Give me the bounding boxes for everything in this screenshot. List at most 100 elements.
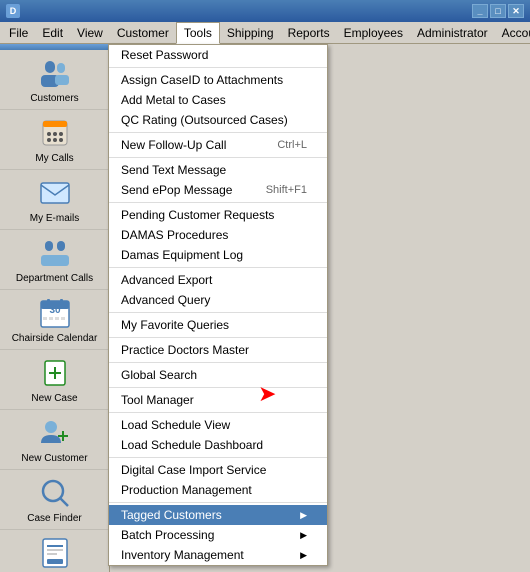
menu-separator — [109, 502, 327, 503]
sidebar-item-chairside-calendar[interactable]: 30Chairside Calendar — [0, 290, 109, 350]
menu-item-accounting[interactable]: Accounting — [495, 23, 530, 43]
dropdown-item-reset-password[interactable]: Reset Password — [109, 45, 327, 65]
dropdown-item-label: Damas Equipment Log — [121, 248, 243, 262]
dropdown-item-shortcut: Ctrl+L — [277, 139, 307, 151]
dropdown-item-label: Send Text Message — [121, 163, 226, 177]
dropdown-item-label: DAMAS Procedures — [121, 228, 228, 242]
dropdown-item-damas-procedures[interactable]: DAMAS Procedures — [109, 225, 327, 245]
sidebar-item-case-finder[interactable]: Case Finder — [0, 470, 109, 530]
tools-dropdown: Reset Password Assign CaseID to Attachmen… — [108, 44, 328, 566]
title-bar: D _ □ ✕ — [0, 0, 530, 22]
dropdown-item-label: Assign CaseID to Attachments — [121, 73, 283, 87]
menu-separator — [109, 412, 327, 413]
menu-separator — [109, 312, 327, 313]
sidebar-item-label: New Case — [31, 393, 77, 404]
sidebar-item-label: My Calls — [35, 153, 73, 164]
sidebar-item-label: Case Finder — [27, 513, 81, 524]
menu-item-customer[interactable]: Customer — [110, 23, 176, 43]
customers-icon — [37, 55, 73, 91]
dropdown-item-label: My Favorite Queries — [121, 318, 229, 332]
dropdown-item-load-schedule-view[interactable]: Load Schedule View — [109, 415, 327, 435]
dropdown-item-add-metal-to-cases[interactable]: Add Metal to Cases — [109, 90, 327, 110]
dropdown-item-label: Add Metal to Cases — [121, 93, 226, 107]
dropdown-item-label: Load Schedule Dashboard — [121, 438, 263, 452]
dropdown-item-qc-rating-(outsourced-cases)[interactable]: QC Rating (Outsourced Cases) — [109, 110, 327, 130]
sidebar-item-new-customer[interactable]: New Customer — [0, 410, 109, 470]
dropdown-item-load-schedule-dashboard[interactable]: Load Schedule Dashboard — [109, 435, 327, 455]
invoice-icon — [37, 535, 73, 571]
menu-item-tools[interactable]: Tools — [176, 22, 220, 44]
menu-separator — [109, 267, 327, 268]
menu-item-view[interactable]: View — [70, 23, 110, 43]
svg-text:30: 30 — [49, 305, 61, 316]
emails-icon — [37, 175, 73, 211]
dropdown-item-inventory-management[interactable]: Inventory Management — [109, 545, 327, 565]
menu-bar: FileEditViewCustomerToolsShippingReports… — [0, 22, 530, 44]
sidebar-item-department-calls[interactable]: Department Calls — [0, 230, 109, 290]
menu-item-file[interactable]: File — [2, 23, 35, 43]
sidebar-item-my-calls[interactable]: My Calls — [0, 110, 109, 170]
menu-item-administrator[interactable]: Administrator — [410, 23, 495, 43]
casefinder-icon — [37, 475, 73, 511]
sidebar-item-new-case[interactable]: New Case — [0, 350, 109, 410]
dropdown-item-shortcut: Shift+F1 — [266, 184, 307, 196]
content-area: Reset Password Assign CaseID to Attachmen… — [110, 44, 530, 572]
dropdown-item-label: Production Management — [121, 483, 252, 497]
dropdown-item-practice-doctors-master[interactable]: Practice Doctors Master — [109, 340, 327, 360]
menu-separator — [109, 132, 327, 133]
dropdown-item-label: QC Rating (Outsourced Cases) — [121, 113, 288, 127]
menu-item-reports[interactable]: Reports — [281, 23, 337, 43]
dropdown-item-pending-customer-requests[interactable]: Pending Customer Requests — [109, 205, 327, 225]
sidebar-item-my-e-mails[interactable]: My E-mails — [0, 170, 109, 230]
dropdown-item-advanced-query[interactable]: Advanced Query — [109, 290, 327, 310]
menu-item-employees[interactable]: Employees — [337, 23, 410, 43]
dropdown-item-label: Inventory Management — [121, 548, 244, 562]
main-container: Customers My Calls My E-mails Department Ca… — [0, 44, 530, 572]
sidebar-item-label: New Customer — [21, 453, 87, 464]
window-controls[interactable]: _ □ ✕ — [472, 4, 524, 18]
dropdown-item-label: Digital Case Import Service — [121, 463, 266, 477]
dropdown-item-label: New Follow-Up Call — [121, 138, 226, 152]
dropdown-item-global-search[interactable]: Global Search — [109, 365, 327, 385]
menu-separator — [109, 157, 327, 158]
dropdown-item-label: Tagged Customers — [121, 508, 222, 522]
dropdown-item-label: Load Schedule View — [121, 418, 230, 432]
dropdown-item-new-follow-up-call[interactable]: New Follow-Up Call Ctrl+L — [109, 135, 327, 155]
dropdown-item-label: Reset Password — [121, 48, 208, 62]
dropdown-item-advanced-export[interactable]: Advanced Export — [109, 270, 327, 290]
sidebar-item-label: My E-mails — [30, 213, 79, 224]
close-button[interactable]: ✕ — [508, 4, 524, 18]
dropdown-item-assign-caseid-to-attachments[interactable]: Assign CaseID to Attachments — [109, 70, 327, 90]
dropdown-item-label: Batch Processing — [121, 528, 214, 542]
dropdown-item-damas-equipment-log[interactable]: Damas Equipment Log — [109, 245, 327, 265]
dropdown-item-send-epop-message[interactable]: Send ePop MessageShift+F1 — [109, 180, 327, 200]
app-icon: D — [6, 4, 20, 18]
sidebar-item-customers[interactable]: Customers — [0, 50, 109, 110]
dropdown-item-production-management[interactable]: Production Management — [109, 480, 327, 500]
menu-separator — [109, 457, 327, 458]
dropdown-item-tagged-customers[interactable]: Tagged Customers — [109, 505, 327, 525]
dropdown-item-label: Advanced Query — [121, 293, 210, 307]
maximize-button[interactable]: □ — [490, 4, 506, 18]
dropdown-item-digital-case-import-service[interactable]: Digital Case Import Service — [109, 460, 327, 480]
menu-separator — [109, 362, 327, 363]
sidebar-item-invoice-case[interactable]: Invoice Case — [0, 530, 109, 572]
dropdown-item-batch-processing[interactable]: Batch Processing — [109, 525, 327, 545]
newcase-icon — [37, 355, 73, 391]
dropdown-item-tool-manager[interactable]: Tool Manager — [109, 390, 327, 410]
menu-item-shipping[interactable]: Shipping — [220, 23, 281, 43]
menu-separator — [109, 337, 327, 338]
calendar-icon: 30 — [37, 295, 73, 331]
dropdown-item-label: Global Search — [121, 368, 197, 382]
minimize-button[interactable]: _ — [472, 4, 488, 18]
dept-icon — [37, 235, 73, 271]
sidebar-item-label: Customers — [30, 93, 78, 104]
dropdown-item-send-text-message[interactable]: Send Text Message — [109, 160, 327, 180]
dropdown-item-label: Practice Doctors Master — [121, 343, 249, 357]
calls-icon — [37, 115, 73, 151]
dropdown-item-label: Advanced Export — [121, 273, 212, 287]
dropdown-item-my-favorite-queries[interactable]: My Favorite Queries — [109, 315, 327, 335]
sidebar-items: Customers My Calls My E-mails Department Ca… — [0, 50, 109, 572]
menu-item-edit[interactable]: Edit — [35, 23, 70, 43]
dropdown-item-label: Tool Manager — [121, 393, 194, 407]
